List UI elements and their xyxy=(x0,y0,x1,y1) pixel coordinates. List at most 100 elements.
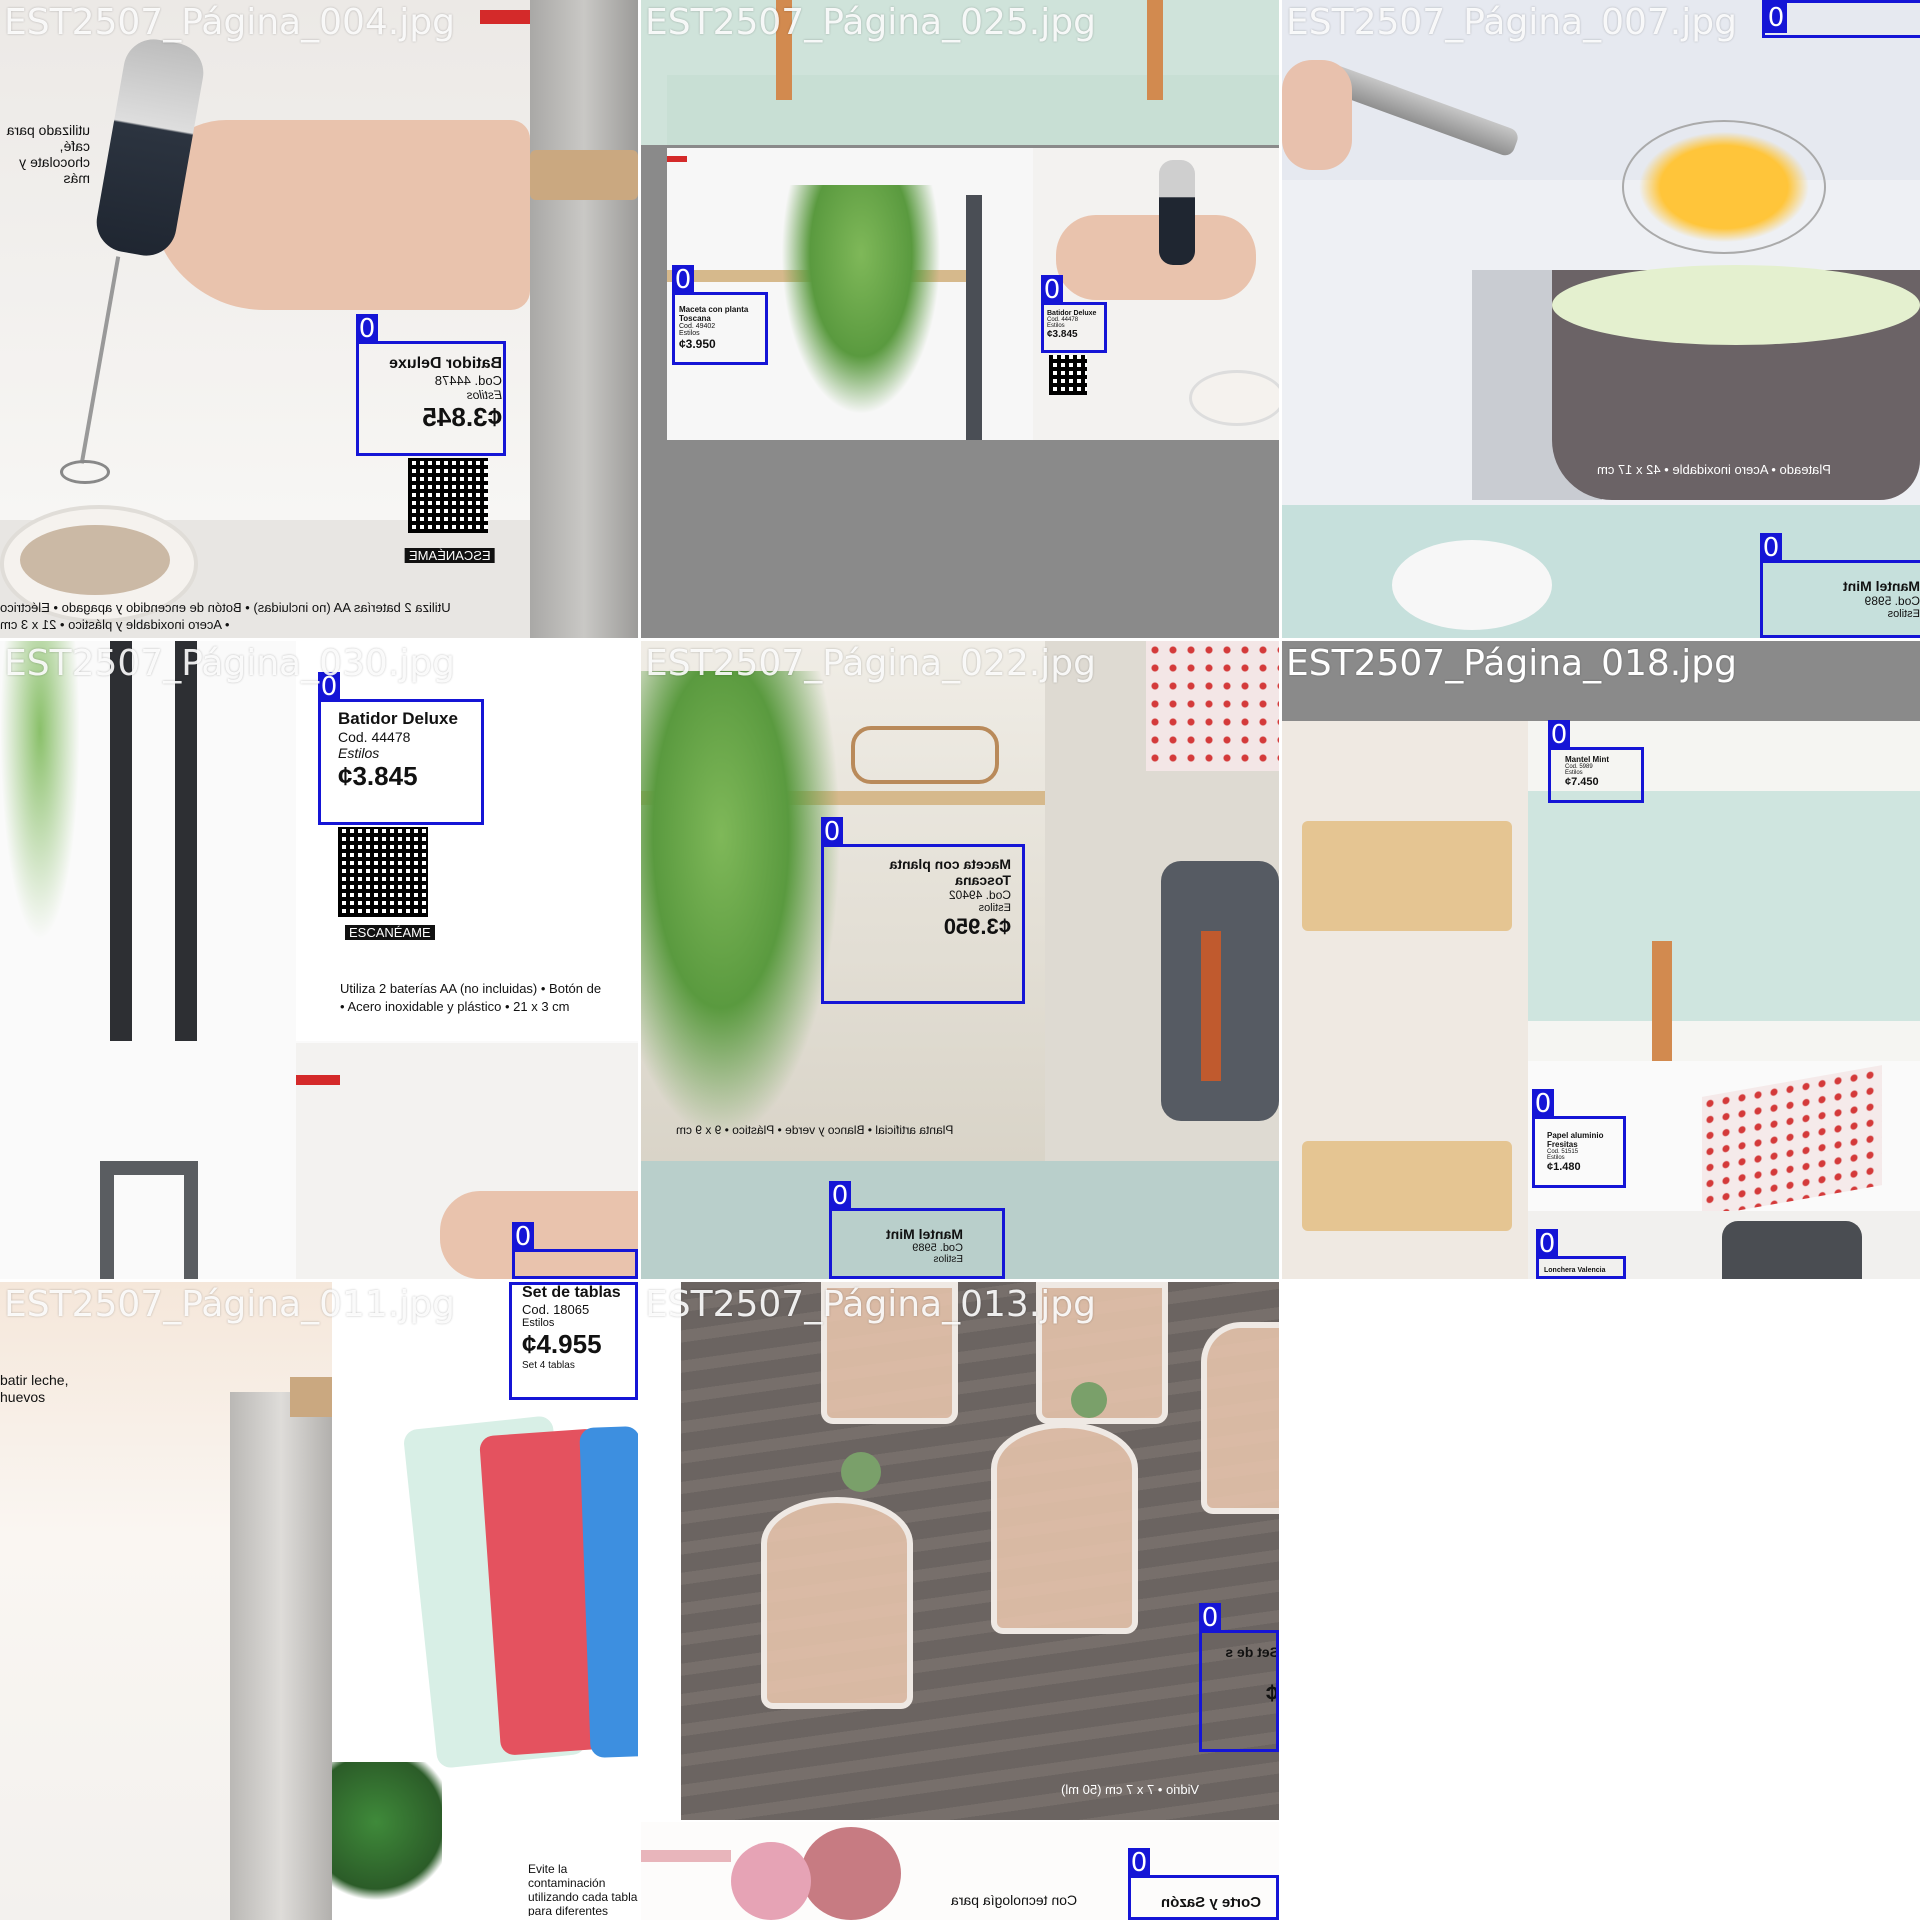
jar-lid xyxy=(290,1377,332,1417)
tile-title: EST2507_Página_022.jpg xyxy=(645,643,1096,684)
shelf-post xyxy=(966,195,982,440)
strainer-basket xyxy=(1622,120,1826,254)
note-text: Evite la contaminación utilizando cada t… xyxy=(528,1862,638,1916)
hand-image xyxy=(1056,215,1256,300)
mosaic-tile-6[interactable]: EST2507_Página_018.jpg 0 Mantel Mint Cod… xyxy=(1282,641,1920,1279)
plate-image xyxy=(1392,540,1552,630)
tray-image xyxy=(1302,821,1512,931)
glasses-image xyxy=(851,726,999,784)
mosaic-tile-1[interactable]: EST2507_Página_004.jpg utilizado para ca… xyxy=(0,0,638,638)
box-id: 0 xyxy=(1041,275,1063,305)
tray-image xyxy=(1302,1141,1512,1231)
scan-label: ESCANÉAME xyxy=(345,925,435,940)
hand-image xyxy=(1282,60,1352,170)
tile-title: EST2507_Página_011.jpg xyxy=(4,1284,455,1325)
detection-box[interactable]: 0 xyxy=(672,265,768,365)
description-line-1: Utiliza 2 baterías AA (no incluidas) • B… xyxy=(0,600,451,615)
detection-box[interactable]: 0 xyxy=(318,672,484,825)
jar-image xyxy=(230,1392,332,1920)
shelf-post xyxy=(175,641,197,1041)
box-id: 0 xyxy=(1760,533,1782,563)
box-id: 0 xyxy=(512,1222,534,1252)
tile-title: EST2507_Página_007.jpg xyxy=(1286,2,1737,43)
detection-box[interactable]: 0 xyxy=(509,1282,638,1400)
box-id: 0 xyxy=(1548,720,1570,750)
mosaic-tile-2[interactable]: EST2507_Página_025.jpg 0 Maceta con plan… xyxy=(641,0,1279,638)
hand-image xyxy=(150,120,530,310)
table-leg xyxy=(1147,0,1163,100)
shot-glass xyxy=(1201,1322,1279,1514)
detection-box[interactable]: 0 xyxy=(1536,1229,1626,1279)
scan-label: ESCANÉAME xyxy=(405,548,495,563)
tile-title: EST2507_Página_013.jpg xyxy=(645,1284,1096,1325)
strawberry-cloth xyxy=(1146,641,1279,771)
bottom-note: Con tecnología para xyxy=(951,1892,1078,1908)
tile-title: EST2507_Página_018.jpg xyxy=(1286,643,1737,684)
box-id: 0 xyxy=(509,1282,531,1285)
top-strip-white xyxy=(667,75,1279,145)
description-line-2: • Acero inoxidable y plástico • 21 x 3 c… xyxy=(0,617,230,632)
box-id: 0 xyxy=(829,1181,851,1211)
plant-image xyxy=(641,671,841,1141)
mosaic-tile-4[interactable]: EST2507_Página_030.jpg 0 Batidor Deluxe … xyxy=(0,641,638,1279)
caption-text: Plateado • Acero inoxidable • 42 x 17 cm xyxy=(1597,462,1831,477)
detection-box[interactable]: 0 xyxy=(1762,0,1920,38)
plant-image xyxy=(0,641,80,941)
jar-lid xyxy=(530,150,638,200)
side-text: batir leche, huevos xyxy=(0,1372,69,1405)
mosaic-tile-3[interactable]: EST2507_Página_007.jpg Plateado • Acero … xyxy=(1282,0,1920,638)
box-id: 0 xyxy=(356,314,378,344)
box-id: 0 xyxy=(672,265,694,295)
mosaic-tile-7[interactable]: EST2507_Página_011.jpg batir leche, huev… xyxy=(0,1282,638,1920)
box-id: 0 xyxy=(821,817,843,847)
caption-text: Vidrio • 7 x 7 cm (50 ml) xyxy=(1061,1782,1199,1797)
red-stripe xyxy=(296,1075,340,1085)
caption-text: Planta artificial • Blanco y verde • Plá… xyxy=(676,1123,954,1137)
detection-box[interactable]: 0 xyxy=(821,817,1025,1004)
pot-interior xyxy=(1552,265,1920,345)
qr-code[interactable] xyxy=(338,827,428,917)
bag-image xyxy=(1722,1221,1862,1279)
vegetable-image xyxy=(731,1842,811,1920)
mint-leaf xyxy=(1071,1382,1107,1418)
qr-code[interactable] xyxy=(408,458,488,533)
box-id: 0 xyxy=(1765,3,1787,33)
detection-box[interactable]: 0 xyxy=(356,314,506,456)
detection-box[interactable]: 0 xyxy=(512,1222,638,1279)
jar-image xyxy=(530,0,638,638)
broccoli-image xyxy=(332,1762,442,1912)
detection-box[interactable]: 0 xyxy=(1548,720,1644,803)
red-stripe xyxy=(667,156,687,162)
frother-whisk xyxy=(60,460,110,484)
shot-glass xyxy=(991,1422,1138,1634)
strap-image xyxy=(1201,931,1221,1081)
tile-title: EST2507_Página_004.jpg xyxy=(4,2,455,43)
detection-box[interactable]: 0 xyxy=(1199,1603,1279,1752)
coffee-cup xyxy=(1189,370,1279,426)
cutting-board-blue xyxy=(579,1426,638,1758)
description-line-2: • Acero inoxidable y plástico • 21 x 3 c… xyxy=(340,999,570,1014)
tile-title: EST2507_Página_030.jpg xyxy=(4,643,455,684)
detection-box[interactable]: 0 xyxy=(1041,275,1107,353)
detection-box[interactable]: 0 xyxy=(1532,1089,1626,1188)
side-text: utilizado para café, chocolate y más xyxy=(6,122,90,186)
shot-glass xyxy=(761,1497,913,1709)
frother-handle xyxy=(1159,160,1195,265)
frame-image xyxy=(100,1161,198,1279)
mint-leaf xyxy=(841,1452,881,1492)
empty-area xyxy=(1282,1282,1920,1920)
table-leg xyxy=(1652,941,1672,1061)
mosaic-tile-5[interactable]: EST2507_Página_022.jpg 0 Maceta con plan… xyxy=(641,641,1279,1279)
box-id: 0 xyxy=(1532,1089,1554,1119)
detection-box[interactable]: 0 xyxy=(1760,533,1920,638)
box-id: 0 xyxy=(1199,1603,1221,1633)
qr-code[interactable] xyxy=(1049,355,1087,395)
detection-box[interactable]: 0 xyxy=(1128,1848,1279,1920)
coffee xyxy=(20,525,170,595)
detection-box[interactable]: 0 xyxy=(829,1181,1005,1279)
mosaic-tile-8[interactable]: EST2507_Página_013.jpg 0 Set de shots ¢ … xyxy=(641,1282,1279,1920)
tile-title: EST2507_Página_025.jpg xyxy=(645,2,1096,43)
box-id: 0 xyxy=(1536,1229,1558,1259)
plant-image xyxy=(781,185,941,415)
description-line-1: Utiliza 2 baterías AA (no incluidas) • B… xyxy=(340,981,602,996)
